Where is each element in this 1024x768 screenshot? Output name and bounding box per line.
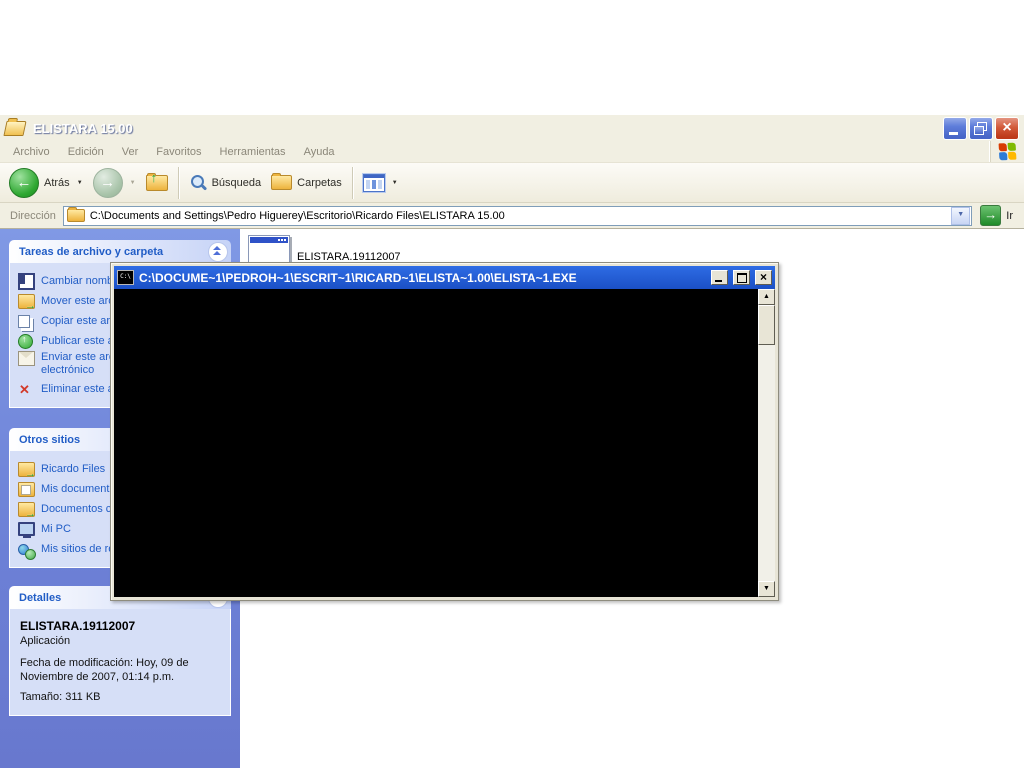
views-button[interactable]: ▼ (358, 165, 403, 201)
delete-icon: ✕ (18, 383, 31, 396)
scrollbar-thumb[interactable] (758, 305, 775, 345)
file-item-elistara[interactable]: ELISTARA.19112007 (248, 235, 508, 264)
copy-icon (18, 315, 30, 328)
folder-icon (18, 462, 35, 477)
address-dropdown-button[interactable]: ▼ (951, 207, 970, 225)
search-button[interactable]: Búsqueda (184, 165, 267, 201)
console-maximize-button[interactable] (733, 270, 750, 285)
menu-bar: Archivo Edición Ver Favoritos Herramient… (0, 141, 1024, 163)
back-button[interactable]: ← Atrás ▼ (4, 165, 88, 201)
details-modified: Fecha de modificación: Hoy, 09 de Noviem… (20, 656, 218, 684)
file-tasks-title: Tareas de archivo y carpeta (19, 246, 208, 258)
forward-button[interactable]: → ▼ (88, 165, 141, 201)
console-scrollbar[interactable]: ▲ ▼ (758, 289, 775, 597)
folder-open-icon (3, 121, 26, 136)
explorer-titlebar[interactable]: ELISTARA 15.00 (0, 115, 1024, 141)
go-label: Ir (1006, 210, 1013, 222)
my-documents-icon (18, 482, 35, 497)
desktop: ELISTARA 15.00 Archivo Edición Ver Favor… (0, 0, 1024, 768)
address-bar: Dirección C:\Documents and Settings\Pedr… (0, 203, 1024, 229)
folders-icon (271, 175, 292, 190)
menu-ver[interactable]: Ver (113, 143, 148, 161)
forward-arrow-icon: → (93, 168, 123, 198)
views-icon (363, 174, 385, 192)
details-size: Tamaño: 311 KB (20, 691, 222, 703)
console-title: C:\DOCUME~1\PEDROH~1\ESCRIT~1\RICARD~1\E… (139, 271, 706, 285)
back-dropdown-icon[interactable]: ▼ (77, 180, 83, 186)
address-input[interactable]: C:\Documents and Settings\Pedro Higuerey… (63, 206, 972, 226)
scroll-up-icon[interactable]: ▲ (758, 289, 775, 305)
folder-up-icon: ↑ (146, 175, 168, 191)
forward-dropdown-icon: ▼ (130, 180, 136, 186)
menu-ayuda[interactable]: Ayuda (295, 143, 344, 161)
menu-edicion[interactable]: Edición (59, 143, 113, 161)
go-arrow-icon: → (980, 205, 1001, 226)
console-close-button[interactable] (755, 270, 772, 285)
close-button[interactable] (995, 117, 1019, 140)
network-places-icon (18, 544, 29, 555)
file-tasks-header[interactable]: Tareas de archivo y carpeta (9, 240, 231, 263)
console-output[interactable]: ▲ ▼ (114, 289, 775, 597)
rename-icon (18, 273, 35, 290)
toolbar-separator (352, 167, 353, 199)
back-label: Atrás (44, 177, 70, 189)
back-arrow-icon: ← (9, 168, 39, 198)
details-file-type: Aplicación (20, 635, 222, 647)
console-minimize-button[interactable] (711, 270, 728, 285)
my-computer-icon (18, 522, 35, 536)
restore-button[interactable] (969, 117, 993, 140)
up-button[interactable]: ↑ (141, 165, 173, 201)
address-path[interactable]: C:\Documents and Settings\Pedro Higuerey… (90, 210, 951, 222)
console-icon: C:\ (117, 270, 134, 285)
shared-documents-icon (18, 502, 35, 517)
details-body: ELISTARA.19112007 Aplicación Fecha de mo… (9, 609, 231, 716)
search-label: Búsqueda (212, 177, 262, 189)
search-icon (189, 174, 207, 192)
toolbar: ← Atrás ▼ → ▼ ↑ Búsqueda Carpetas (0, 163, 1024, 203)
scroll-down-icon[interactable]: ▼ (758, 581, 775, 597)
application-file-icon (248, 235, 290, 264)
move-icon (18, 294, 35, 309)
address-label: Dirección (3, 210, 63, 222)
folders-label: Carpetas (297, 177, 342, 189)
folders-button[interactable]: Carpetas (266, 165, 347, 201)
console-window[interactable]: C:\ C:\DOCUME~1\PEDROH~1\ESCRIT~1\RICARD… (110, 262, 779, 601)
go-button[interactable]: → Ir (972, 205, 1021, 226)
menu-favoritos[interactable]: Favoritos (147, 143, 210, 161)
windows-logo-icon (999, 143, 1017, 161)
details-file-name: ELISTARA.19112007 (20, 619, 222, 633)
details-panel: Detalles ELISTARA.19112007 Aplicación Fe… (9, 586, 231, 716)
brand-area (990, 141, 1024, 162)
address-folder-icon (67, 209, 85, 222)
console-titlebar[interactable]: C:\ C:\DOCUME~1\PEDROH~1\ESCRIT~1\RICARD… (114, 266, 775, 289)
views-dropdown-icon[interactable]: ▼ (392, 180, 398, 186)
window-title: ELISTARA 15.00 (33, 121, 943, 136)
menu-archivo[interactable]: Archivo (4, 143, 59, 161)
toolbar-separator (178, 167, 179, 199)
minimize-button[interactable] (943, 117, 967, 140)
publish-icon (18, 334, 33, 349)
menu-herramientas[interactable]: Herramientas (211, 143, 295, 161)
mail-icon (18, 351, 35, 366)
collapse-chevron-icon[interactable] (208, 242, 228, 262)
